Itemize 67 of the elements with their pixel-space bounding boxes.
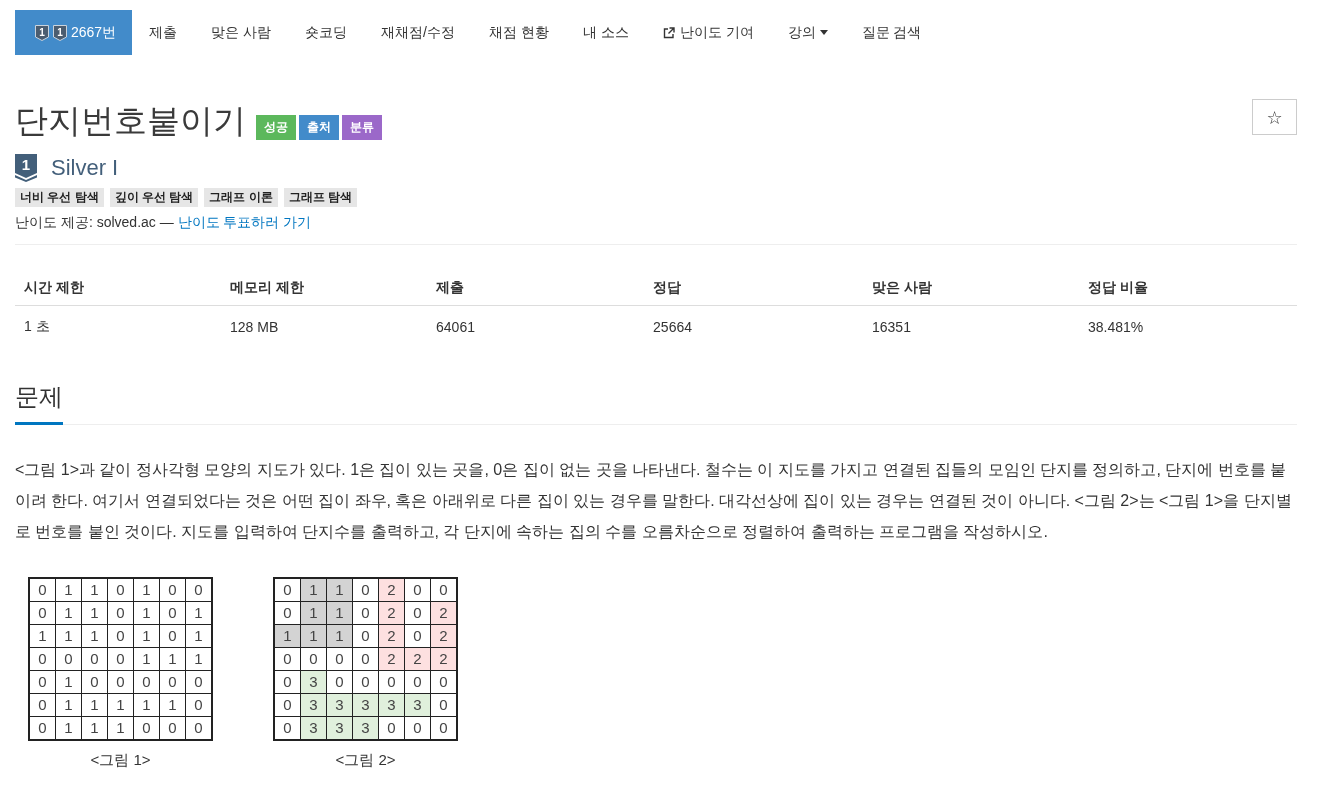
nav-tab[interactable]: 재채점/수정 (364, 10, 472, 55)
grid-cell: 0 (159, 578, 186, 602)
grid-cell: 1 (326, 578, 353, 602)
column-header: 시간 제한 (15, 271, 221, 306)
nav-tab[interactable]: 숏코딩 (288, 10, 365, 55)
external-link-icon (662, 26, 675, 39)
table-cell: 38.481% (1079, 305, 1297, 346)
nav-tab[interactable]: 맞은 사람 (194, 10, 289, 55)
grid-cell: 0 (274, 647, 301, 671)
grid-cell: 1 (29, 624, 56, 648)
problem-statement: <그림 1>과 같이 정사각형 모양의 지도가 있다. 1은 집이 있는 곳을, 0은 집이 없는 곳을 나타낸다. 철수는 이 지도를 가지고 연결된 집들의 모임인 단지를 정의하고, 단지에 번호를 붙이려 한다. 여기서 연결되었다는 것은 어떤 집이 좌우, 혹은 아래위로 다른 집이 있는 경우를 말한다. 대각선상에 집이 있는 경우는 연결된 것이 아니다. <그림 2>는 <그림 1>을 단지별로 번호를 붙인 것이다. 지도를 입력하여 단지수를 출력하고, 각 단지에 속하는 집의 수를 오름차순으로 정렬하여 출력하는 프로그램을 작성하시오. (15, 460, 1293, 542)
grid-cell: 0 (107, 578, 134, 602)
table-cell: 1 초 (15, 305, 221, 346)
vote-link[interactable]: 난이도 투표하러 가기 (177, 214, 312, 230)
nav-tab[interactable]: 제출 (132, 10, 195, 55)
grid-cell: 0 (29, 647, 56, 671)
grid-cell: 0 (29, 693, 56, 717)
algorithm-tag[interactable]: 그래프 탐색 (283, 188, 358, 207)
column-header: 정답 (644, 271, 863, 306)
grid-cell: 1 (81, 578, 108, 602)
grid-cell: 0 (274, 670, 301, 694)
nav-tab[interactable]: 질문 검색 (844, 10, 939, 55)
problem-label[interactable]: 출처 (299, 115, 339, 140)
algorithm-tag[interactable]: 그래프 이론 (204, 188, 278, 207)
grid-cell: 1 (274, 624, 301, 648)
algorithm-tag[interactable]: 너비 우선 탐색 (15, 188, 104, 207)
problem-label[interactable]: 분류 (342, 115, 382, 140)
nav-dropdown[interactable]: 강의 (770, 10, 845, 55)
grid-cell: 1 (133, 578, 160, 602)
table-cell: 64061 (427, 305, 645, 346)
tier-name[interactable]: Silver I (51, 155, 119, 181)
grid-cell: 1 (55, 578, 82, 602)
problem-title: 단지번호붙이기 (15, 101, 246, 141)
column-header: 맞은 사람 (863, 271, 1080, 306)
grid-cell: 2 (378, 578, 405, 602)
grid-cell: 0 (430, 578, 457, 602)
grid-cell: 0 (274, 716, 301, 740)
favorite-button[interactable]: ☆ (1252, 99, 1297, 135)
algorithm-tag[interactable]: 깊이 우선 탐색 (109, 188, 199, 207)
column-header: 정답 비율 (1079, 271, 1297, 306)
grid-cell: 0 (29, 670, 56, 694)
grid-cell: 0 (185, 578, 212, 602)
table-cell: 16351 (863, 305, 1080, 346)
column-header: 메모리 제한 (221, 271, 428, 306)
grid-cell: 0 (29, 601, 56, 625)
grid-cell: 0 (29, 578, 56, 602)
table-cell: 25664 (644, 305, 863, 346)
nav-tab[interactable]: 채점 현황 (471, 10, 566, 55)
caret-icon (819, 30, 828, 35)
tier-badge-icon: 1 (53, 24, 67, 41)
grid-cell: 0 (274, 693, 301, 717)
grid-cell: 0 (404, 578, 431, 602)
problem-number-tab[interactable]: 1 1 2667번 (15, 10, 133, 55)
grid-cell: 0 (274, 601, 301, 625)
column-header: 제출 (427, 271, 645, 306)
figure-caption: <그림 1> (90, 751, 151, 770)
table-cell: 128 MB (221, 305, 428, 346)
grid-cell: 0 (29, 716, 56, 740)
grid-cell: 0 (274, 578, 301, 602)
nav-tab[interactable]: 난이도 기여 (645, 10, 771, 55)
figure-caption: <그림 2> (335, 751, 396, 770)
nav-tab[interactable]: 내 소스 (565, 10, 646, 55)
section-heading: 문제 (15, 382, 63, 425)
grid-cell: 1 (300, 578, 327, 602)
tier-badge-icon: 1 (35, 24, 49, 41)
difficulty-credit: 난이도 제공: solved.ac — 난이도 투표하러 가기 (15, 213, 313, 232)
grid-cell: 0 (352, 578, 379, 602)
